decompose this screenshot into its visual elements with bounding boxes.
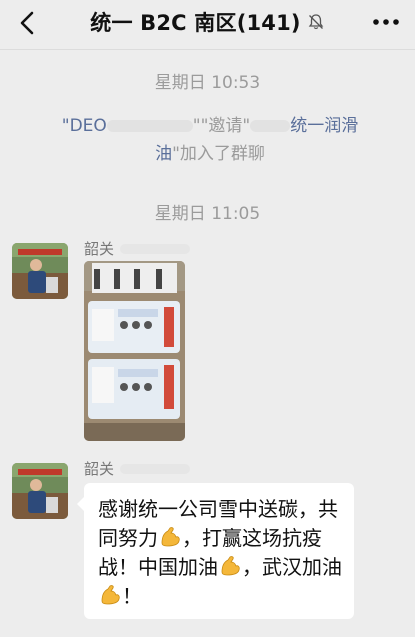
timestamp: 星期日 10:53	[154, 73, 261, 93]
sender-name: 韶关	[84, 240, 115, 258]
flexed-biceps-icon	[101, 585, 120, 605]
system-user-link-1[interactable]: DEO	[70, 116, 107, 136]
sender-name-row: 韶关	[84, 238, 191, 259]
flexed-biceps-icon	[161, 527, 180, 547]
avatar[interactable]	[12, 243, 68, 299]
more-dots-icon[interactable]	[371, 10, 401, 34]
system-user-link-2-cont[interactable]: 油	[155, 144, 172, 164]
redacted-text	[250, 120, 291, 132]
system-quote: "	[192, 116, 201, 136]
bell-muted-icon	[308, 14, 324, 30]
message-text: ，武汉加油	[242, 555, 342, 579]
timestamp: 星期日 11:05	[154, 204, 261, 224]
sender-name-row: 韶关	[84, 458, 191, 479]
message-text: ！	[122, 584, 142, 608]
chat-title: 统一 B2C 南区(141)	[90, 11, 301, 35]
redacted-text	[120, 463, 191, 474]
chevron-left-icon[interactable]	[14, 9, 42, 37]
chat-title-row: 统一 B2C 南区(141)	[70, 0, 345, 44]
flexed-biceps-icon	[221, 556, 240, 576]
system-user-link-2[interactable]: 统一润滑	[290, 116, 358, 136]
sender-name: 韶关	[84, 460, 115, 478]
text-message-bubble[interactable]: 感谢统一公司雪中送碳，共同努力 ，打赢这场抗疫战！中国加油 ，武汉加油！	[77, 483, 354, 619]
avatar[interactable]	[12, 463, 68, 519]
system-tail-text: "加入了群聊	[172, 144, 265, 164]
system-message: "DEO ""邀请" 统一润滑 油"加入了群聊	[40, 112, 380, 168]
image-message[interactable]	[84, 261, 185, 441]
system-quote: "	[61, 116, 70, 136]
system-invite-text: "邀请"	[200, 116, 251, 136]
redacted-text	[120, 243, 191, 254]
redacted-text	[106, 120, 193, 132]
chat-header: 统一 B2C 南区(141)	[0, 0, 415, 50]
